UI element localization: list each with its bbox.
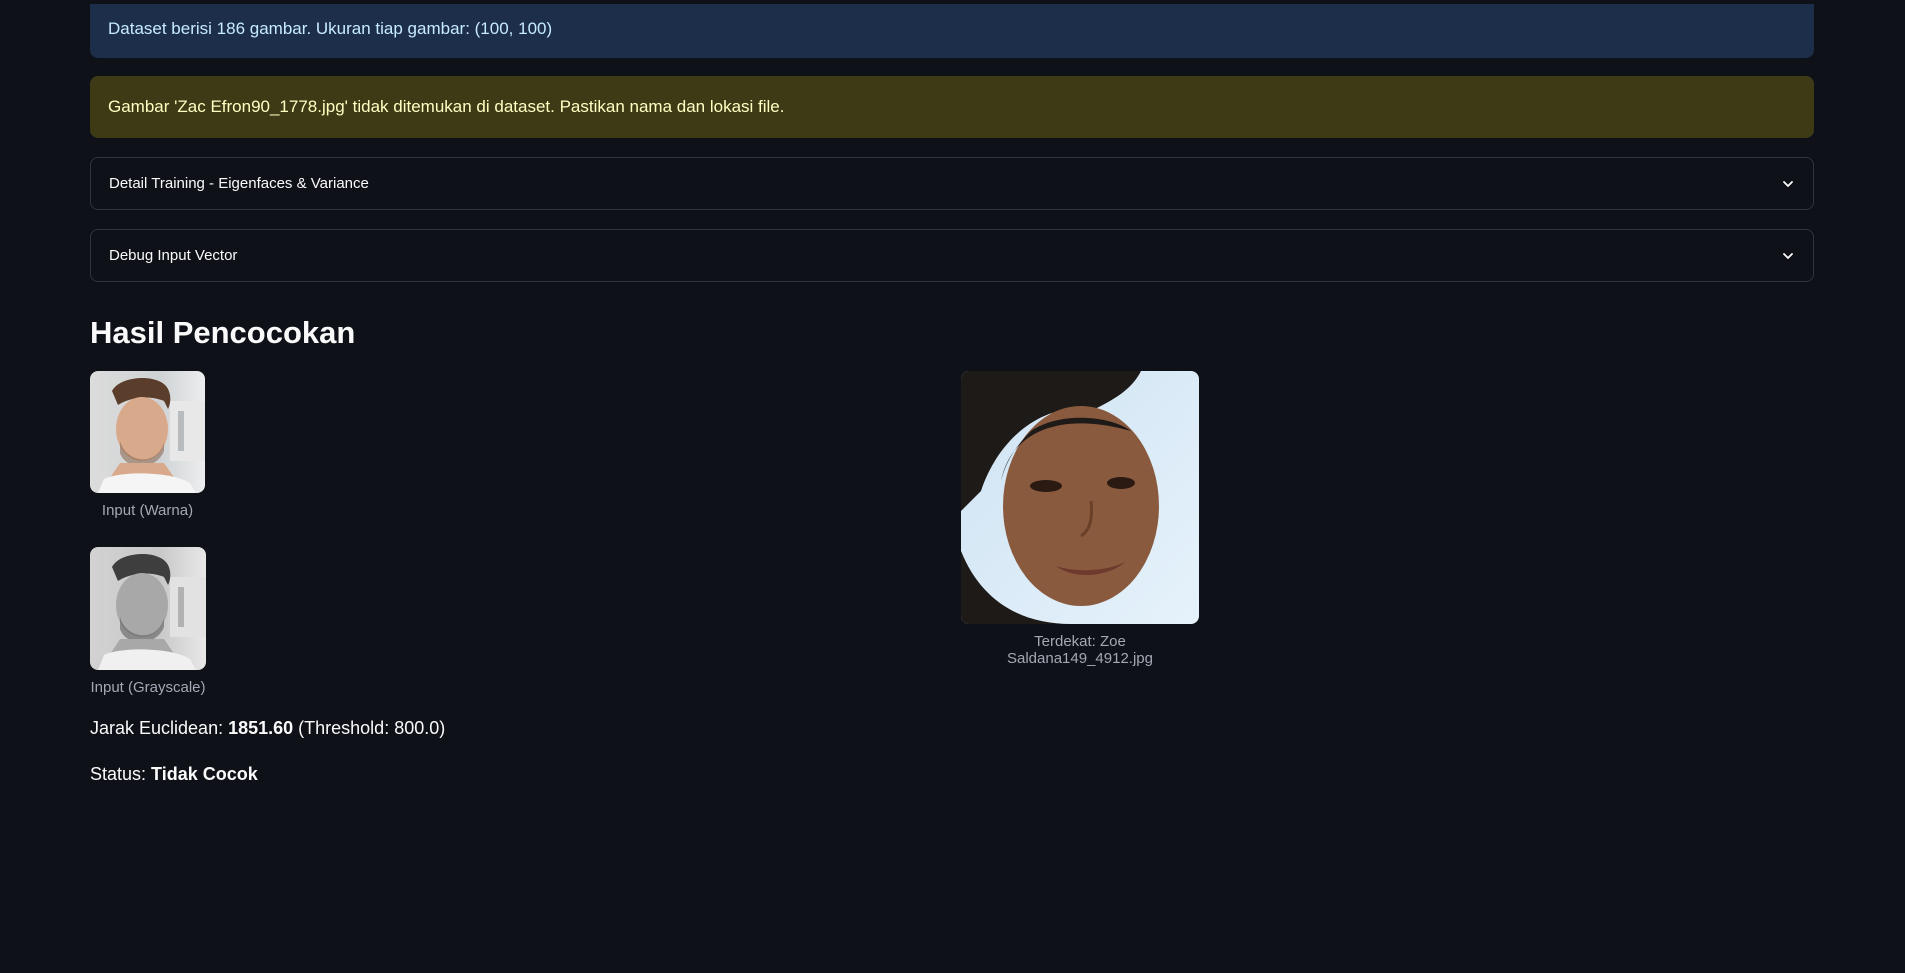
main-container: Dataset berisi 186 gambar. Ukuran tiap g… bbox=[90, 0, 1814, 812]
chevron-down-icon bbox=[1781, 177, 1795, 191]
distance-line: Jarak Euclidean: 1851.60 (Threshold: 800… bbox=[90, 718, 445, 739]
input-grayscale-caption: Input (Grayscale) bbox=[90, 679, 206, 696]
expander-detail-training[interactable]: Detail Training - Eigenfaces & Variance bbox=[90, 157, 1814, 210]
input-grayscale-image bbox=[90, 547, 206, 670]
input-color-caption: Input (Warna) bbox=[101, 502, 194, 519]
distance-prefix: Jarak Euclidean: bbox=[90, 718, 229, 738]
status-prefix: Status: bbox=[90, 764, 152, 784]
nearest-match-image bbox=[961, 371, 1199, 624]
expander-label: Debug Input Vector bbox=[109, 247, 238, 264]
distance-value: 1851.60 bbox=[228, 718, 294, 738]
status-value: Tidak Cocok bbox=[151, 764, 258, 784]
results-title: Hasil Pencocokan bbox=[90, 315, 356, 350]
distance-suffix: (Threshold: 800.0) bbox=[293, 718, 446, 738]
expander-label: Detail Training - Eigenfaces & Variance bbox=[109, 175, 369, 192]
input-color-image bbox=[90, 371, 205, 493]
warning-alert-text: Gambar 'Zac Efron90_1778.jpg' tidak dite… bbox=[108, 97, 785, 116]
expander-debug-input-vector[interactable]: Debug Input Vector bbox=[90, 229, 1814, 282]
info-alert-text: Dataset berisi 186 gambar. Ukuran tiap g… bbox=[108, 19, 553, 38]
app-page: Dataset berisi 186 gambar. Ukuran tiap g… bbox=[0, 0, 1905, 973]
warning-alert: Gambar 'Zac Efron90_1778.jpg' tidak dite… bbox=[90, 76, 1814, 138]
status-line: Status: Tidak Cocok bbox=[90, 764, 258, 785]
info-alert: Dataset berisi 186 gambar. Ukuran tiap g… bbox=[90, 4, 1814, 58]
nearest-match-caption: Terdekat: Zoe Saldana149_4912.jpg bbox=[1007, 633, 1153, 667]
chevron-down-icon bbox=[1781, 249, 1795, 263]
results-area: Input (Warna) Input (Grayscale) Terdekat… bbox=[90, 352, 1814, 812]
